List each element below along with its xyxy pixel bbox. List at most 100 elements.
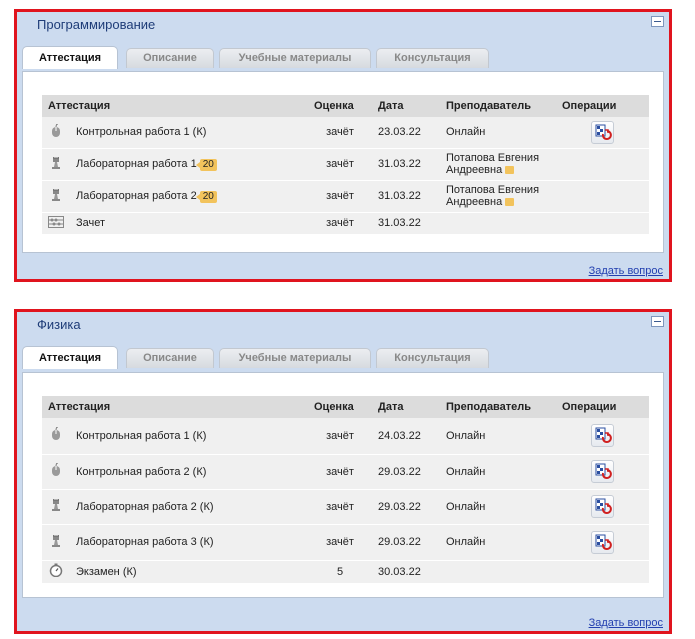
teacher-line: Онлайн (446, 500, 486, 513)
header-grade: Оценка (308, 95, 372, 117)
operation-button[interactable] (591, 495, 614, 518)
tab-consultation[interactable]: Консультация (376, 48, 489, 68)
teacher-cell: Онлайн (440, 489, 556, 525)
tag-icon (505, 198, 515, 207)
teacher-line: Потапова Евгения (446, 184, 540, 196)
panel-title: Программирование (37, 17, 156, 32)
grade-cell: зачёт (308, 117, 372, 149)
collapse-icon[interactable] (651, 16, 664, 27)
tag-icon (505, 166, 515, 175)
header-teacher: Преподаватель (440, 95, 556, 117)
teacher-line: Потапова Евгения (446, 152, 540, 164)
work-name: Лабораторная работа 3 (К) (76, 536, 214, 548)
teacher-cell: Онлайн (440, 524, 556, 561)
date-cell: 23.03.22 (372, 117, 440, 149)
teacher-cell (440, 560, 556, 584)
teacher-cell: Онлайн (440, 454, 556, 490)
collapse-icon[interactable] (651, 316, 664, 327)
work-name: Зачет (76, 217, 106, 229)
calendar-refresh-icon (592, 427, 613, 449)
teacher-line: Онлайн (446, 536, 486, 548)
tab-attestation[interactable]: Аттестация (22, 46, 118, 69)
tab-materials[interactable]: Учебные материалы (219, 48, 371, 68)
chess-piece-icon (51, 156, 61, 173)
tab-attestation[interactable]: Аттестация (22, 346, 118, 369)
grade-cell: зачёт (308, 180, 372, 213)
work-name: Лабораторная работа 2 (76, 189, 197, 202)
operations-cell (556, 524, 649, 561)
grade-cell: 5 (308, 560, 372, 584)
date-cell: 29.03.22 (372, 524, 440, 561)
operation-button[interactable] (591, 460, 614, 483)
date-cell: 29.03.22 (372, 454, 440, 490)
operations-cell (556, 148, 649, 181)
tab-materials[interactable]: Учебные материалы (219, 348, 371, 368)
operations-cell (556, 454, 649, 490)
chess-piece-icon (51, 534, 61, 551)
table-row: Зачет зачёт 31.03.22 (42, 212, 649, 235)
date-cell: 31.03.22 (372, 148, 440, 181)
chess-piece-icon (51, 498, 61, 515)
chess-piece-icon (51, 188, 61, 205)
attestation-table: Аттестация Оценка Дата Преподаватель Операци… (42, 396, 649, 584)
score-badge: 20 (195, 190, 217, 203)
table-row: Контрольная работа 1 (К) зачёт 23.03.22 Онл… (42, 117, 649, 149)
operation-button[interactable] (591, 424, 614, 449)
work-name: Экзамен (К) (76, 565, 137, 578)
tab-description[interactable]: Описание (126, 48, 214, 68)
header-teacher: Преподаватель (440, 396, 556, 418)
header-date: Дата (372, 95, 440, 117)
grade-cell: зачёт (308, 148, 372, 181)
mouse-icon (51, 426, 61, 444)
ask-question-link[interactable]: Задать вопрос (589, 265, 663, 277)
calendar-refresh-icon (592, 124, 613, 146)
panel-title: Физика (37, 317, 81, 332)
operation-button[interactable] (591, 120, 614, 146)
work-name: Контрольная работа 1 (К) (76, 429, 207, 442)
table-row: Лабораторная работа 2 (К) зачёт 29.03.22 Он… (42, 489, 649, 525)
teacher-line: Онлайн (446, 126, 486, 139)
work-name: Лабораторная работа 2 (К) (76, 500, 214, 513)
table-row: Экзамен (К) 5 30.03.22 (42, 560, 649, 584)
mouse-icon (51, 123, 61, 141)
teacher-cell: Потапова Евгения Андреевна (440, 180, 556, 213)
operations-cell (556, 212, 649, 235)
tab-content: Аттестация Оценка Дата Преподаватель Операци… (22, 71, 664, 253)
table-row: Лабораторная работа 3 (К) зачёт 29.03.22 Он… (42, 524, 649, 561)
date-cell: 30.03.22 (372, 560, 440, 584)
stopwatch-icon (49, 563, 63, 580)
date-cell: 31.03.22 (372, 212, 440, 235)
operations-cell (556, 117, 649, 149)
calendar-refresh-icon (592, 498, 613, 520)
operations-cell (556, 180, 649, 213)
panel-physics: Физика Аттестация Описание Учебные материал… (14, 309, 672, 634)
abacus-icon (48, 215, 64, 231)
date-cell: 31.03.22 (372, 180, 440, 213)
grade-cell: зачёт (308, 454, 372, 490)
table-header-row: Аттестация Оценка Дата Преподаватель Операци… (42, 95, 649, 117)
table-row: Контрольная работа 2 (К) зачёт 29.03.22 Онл… (42, 454, 649, 490)
teacher-line: Андреевна (446, 164, 503, 176)
header-operations: Операции (556, 95, 649, 117)
header-attestation: Аттестация (42, 95, 308, 117)
header-operations: Операции (556, 396, 649, 418)
header-date: Дата (372, 396, 440, 418)
teacher-cell: Онлайн (440, 418, 556, 455)
operations-cell (556, 418, 649, 455)
attestation-table: Аттестация Оценка Дата Преподаватель Операци… (42, 95, 649, 235)
header-grade: Оценка (308, 396, 372, 418)
grade-cell: зачёт (308, 212, 372, 235)
ask-question-link[interactable]: Задать вопрос (589, 617, 663, 629)
teacher-cell: Потапова Евгения Андреевна (440, 148, 556, 181)
tab-description[interactable]: Описание (126, 348, 214, 368)
table-row: Контрольная работа 1 (К) зачёт 24.03.22 Онл… (42, 418, 649, 455)
work-name: Лабораторная работа 1 (76, 157, 197, 170)
date-cell: 24.03.22 (372, 418, 440, 455)
tab-consultation[interactable]: Консультация (376, 348, 489, 368)
mouse-icon (51, 462, 61, 480)
date-cell: 29.03.22 (372, 489, 440, 525)
operation-button[interactable] (591, 530, 614, 554)
operations-cell (556, 560, 649, 584)
panel-programming: Программирование Аттестация Описание Учебны… (14, 9, 672, 282)
teacher-line: Онлайн (446, 429, 486, 442)
